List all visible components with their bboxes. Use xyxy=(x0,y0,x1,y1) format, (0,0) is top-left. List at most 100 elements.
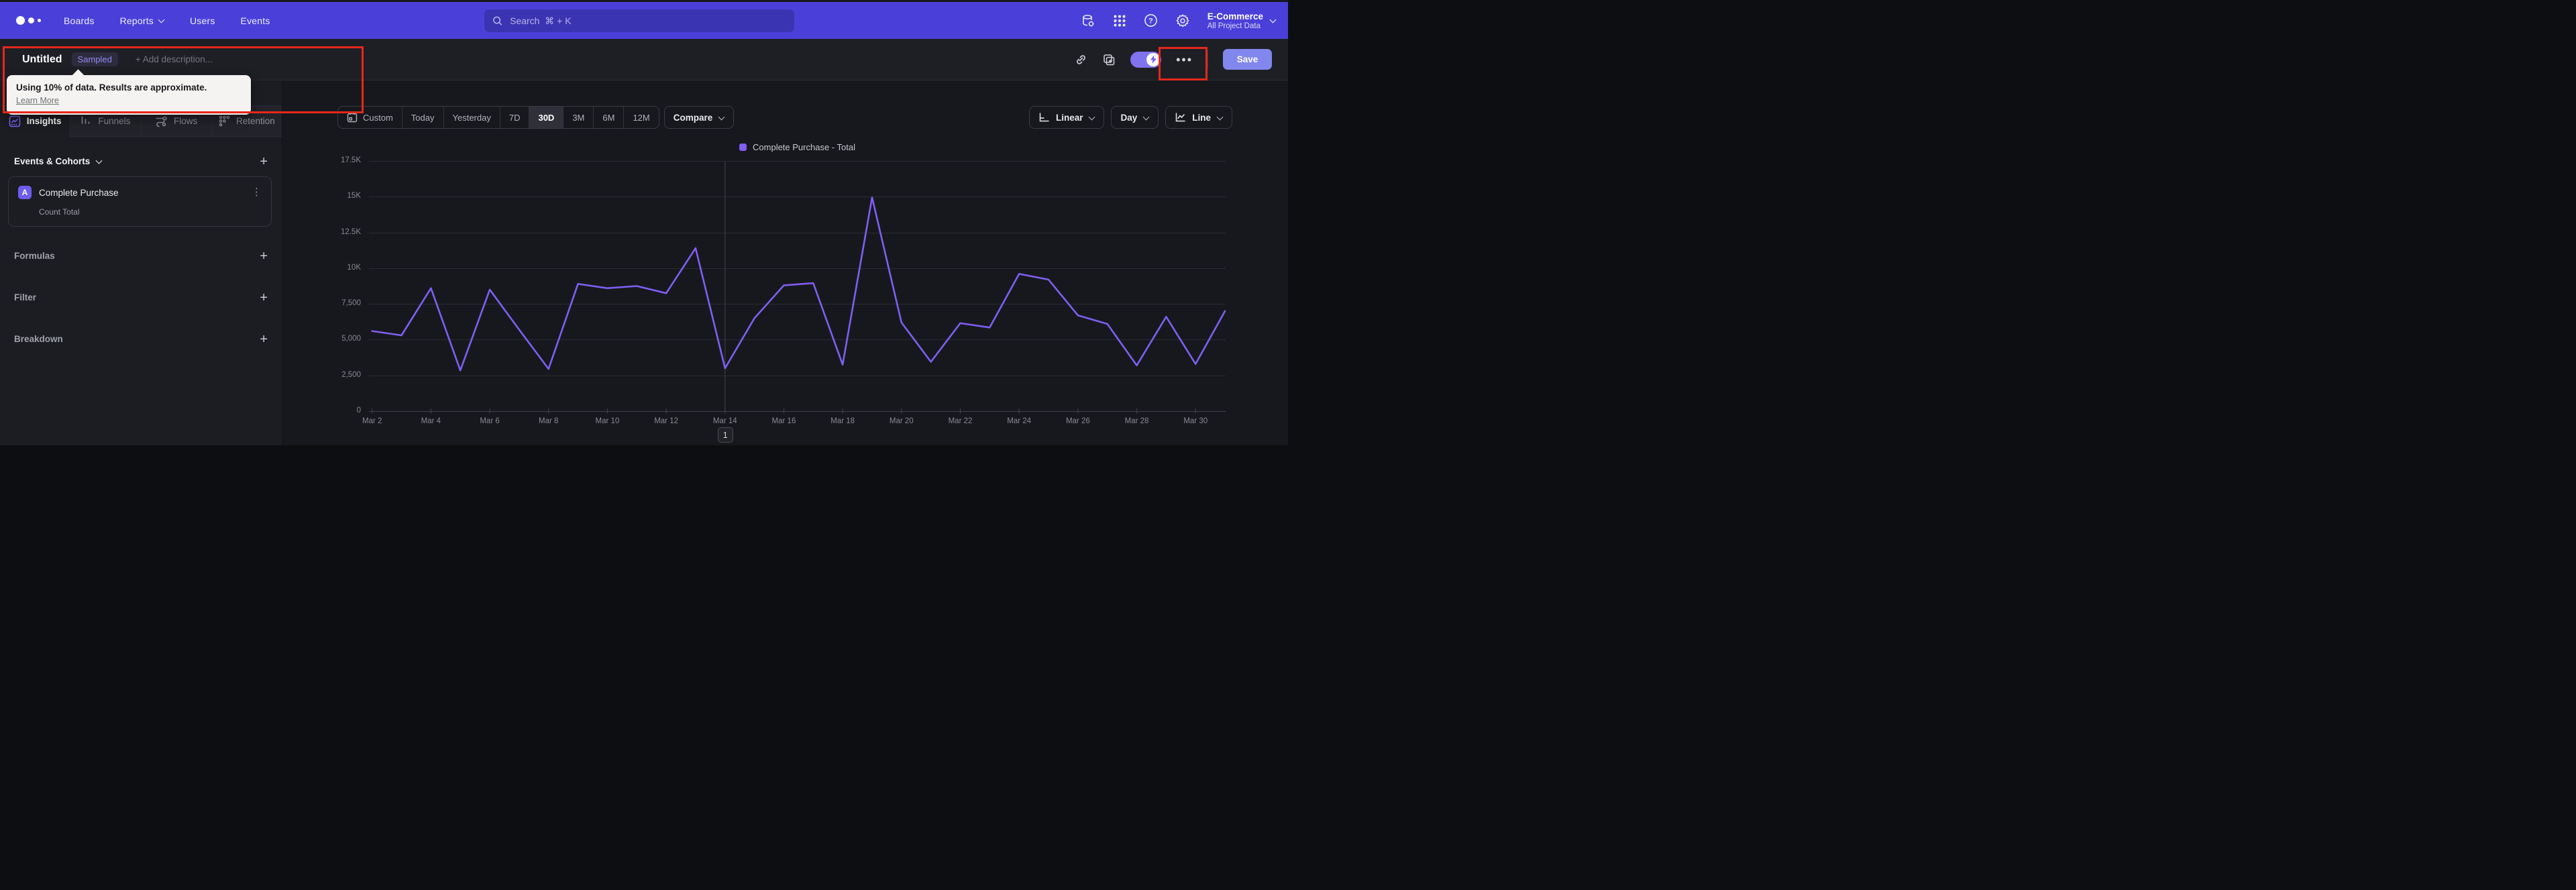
add-breakdown-button[interactable]: + xyxy=(260,333,268,346)
svg-text:?: ? xyxy=(1148,17,1153,25)
event-card[interactable]: A Complete Purchase ⋮ Count Total xyxy=(8,176,272,227)
range-label: 3M xyxy=(572,112,585,123)
scale-dropdown[interactable]: Linear xyxy=(1028,106,1105,129)
x-axis-label: Mar 20 xyxy=(889,417,914,425)
nav-item-label: Boards xyxy=(64,15,95,26)
event-name[interactable]: Complete Purchase xyxy=(39,188,119,198)
chevron-down-icon xyxy=(1089,115,1095,121)
add-filter-button[interactable]: + xyxy=(260,291,268,304)
y-axis-label: 10K xyxy=(347,263,361,272)
lightning-bolt-icon xyxy=(1146,52,1161,66)
nav-item-label: Events xyxy=(240,15,270,26)
range-label: Today xyxy=(411,112,435,123)
events-cohorts-label[interactable]: Events & Cohorts xyxy=(14,156,90,166)
range-label: Yesterday xyxy=(452,112,491,123)
funnels-icon xyxy=(80,115,92,127)
x-axis-label: Mar 24 xyxy=(1007,417,1032,425)
event-options-kebab[interactable]: ⋮ xyxy=(252,187,262,197)
sampling-tooltip: Using 10% of data. Results are approxima… xyxy=(7,75,251,115)
y-axis-label: 12.5K xyxy=(340,227,361,236)
add-event-button[interactable]: + xyxy=(260,155,268,168)
tab-label: Insights xyxy=(26,116,62,126)
add-formulas-button[interactable]: + xyxy=(260,249,268,263)
line-chart-svg[interactable] xyxy=(369,161,1226,414)
chart-type-label: Line xyxy=(1192,112,1211,123)
section-formulas: Formulas + xyxy=(14,249,268,263)
mixpanel-logo-icon[interactable] xyxy=(16,16,41,25)
project-selector[interactable]: E-Commerce All Project Data xyxy=(1208,11,1276,30)
help-icon[interactable]: ? xyxy=(1144,13,1158,27)
section-label: Breakdown xyxy=(14,334,63,344)
flows-icon xyxy=(155,116,168,127)
range-3m[interactable]: 3M xyxy=(564,107,594,128)
x-axis-label: Mar 6 xyxy=(480,417,500,425)
date-range-controls: Custom Today Yesterday 7D 30D 3M 6M 12M Compare xyxy=(337,106,735,129)
range-yesterday[interactable]: Yesterday xyxy=(444,107,500,128)
tab-label: Retention xyxy=(235,116,275,126)
add-description[interactable]: + Add description... xyxy=(136,54,213,64)
series-line[interactable] xyxy=(371,197,1226,372)
sampled-badge[interactable]: Sampled xyxy=(71,52,118,66)
search-bar[interactable] xyxy=(484,9,794,32)
event-metric[interactable]: Count Total xyxy=(39,207,262,217)
linear-scale-icon xyxy=(1039,113,1049,122)
y-axis-label: 5,000 xyxy=(341,335,361,343)
apps-grid-icon[interactable] xyxy=(1113,14,1126,27)
nav-item-users[interactable]: Users xyxy=(190,15,215,26)
tooltip-text: Using 10% of data. Results are approxima… xyxy=(16,82,207,93)
x-axis-label: Mar 28 xyxy=(1124,417,1149,425)
duplicate-icon[interactable] xyxy=(1102,53,1116,66)
nav-item-reports[interactable]: Reports xyxy=(120,15,164,26)
y-axis-label: 17.5K xyxy=(340,156,361,164)
interval-label: Day xyxy=(1120,112,1138,123)
y-axis-label: 0 xyxy=(356,406,361,414)
copy-link-icon[interactable] xyxy=(1074,53,1087,66)
interval-dropdown[interactable]: Day xyxy=(1111,106,1159,129)
save-button[interactable]: Save xyxy=(1223,49,1272,70)
range-custom[interactable]: Custom xyxy=(338,107,402,128)
range-7d[interactable]: 7D xyxy=(500,107,530,128)
event-series-badge[interactable]: A xyxy=(18,186,32,199)
section-filter: Filter + xyxy=(14,291,268,304)
x-axis-label: Mar 18 xyxy=(830,417,855,425)
compare-label: Compare xyxy=(673,112,713,123)
chart-type-dropdown[interactable]: Line xyxy=(1165,106,1232,129)
report-title-bar: Untitled Sampled + Add description... ••… xyxy=(0,39,1288,80)
search-input[interactable] xyxy=(508,15,786,27)
date-range-segmented: Custom Today Yesterday 7D 30D 3M 6M 12M xyxy=(337,106,659,129)
range-label: Custom xyxy=(363,112,393,123)
range-today[interactable]: Today xyxy=(402,107,444,128)
more-menu-button[interactable]: ••• xyxy=(1176,54,1193,66)
nav-right: ? E-Commerce All Project Data xyxy=(1081,2,1276,39)
chevron-down-icon[interactable] xyxy=(96,158,102,164)
x-axis-label: Mar 30 xyxy=(1183,417,1208,425)
settings-gear-icon[interactable] xyxy=(1175,13,1190,28)
chevron-down-icon xyxy=(1270,17,1276,23)
line-chart-icon xyxy=(1175,113,1185,122)
y-axis-label: 15K xyxy=(347,192,361,201)
calendar-icon xyxy=(347,112,358,123)
sampling-toggle[interactable] xyxy=(1130,51,1162,68)
chart-legend[interactable]: Complete Purchase - Total xyxy=(369,142,1226,152)
data-management-icon[interactable] xyxy=(1081,13,1095,28)
compare-button[interactable]: Compare xyxy=(663,106,735,129)
range-label: 6M xyxy=(602,112,615,123)
nav-item-label: Reports xyxy=(119,15,154,26)
y-axis-label: 2,500 xyxy=(341,370,361,379)
nav-item-boards[interactable]: Boards xyxy=(64,15,95,26)
search-icon xyxy=(493,16,502,25)
annotation-marker[interactable]: 1 xyxy=(717,427,733,443)
x-axis-label: Mar 4 xyxy=(421,417,441,425)
x-axis-label: Mar 22 xyxy=(948,417,973,425)
chart-display-controls: Linear Day Line xyxy=(1028,106,1232,129)
nav-item-events[interactable]: Events xyxy=(241,15,270,26)
y-axis-label: 7,500 xyxy=(341,299,361,308)
learn-more-link[interactable]: Learn More xyxy=(16,96,59,105)
project-scope: All Project Data xyxy=(1207,21,1260,30)
range-30d[interactable]: 30D xyxy=(529,107,564,128)
report-title[interactable]: Untitled xyxy=(22,54,62,66)
range-6m[interactable]: 6M xyxy=(594,107,625,128)
tab-label: Flows xyxy=(173,116,198,126)
chevron-down-icon xyxy=(158,17,164,23)
range-12m[interactable]: 12M xyxy=(624,107,658,128)
